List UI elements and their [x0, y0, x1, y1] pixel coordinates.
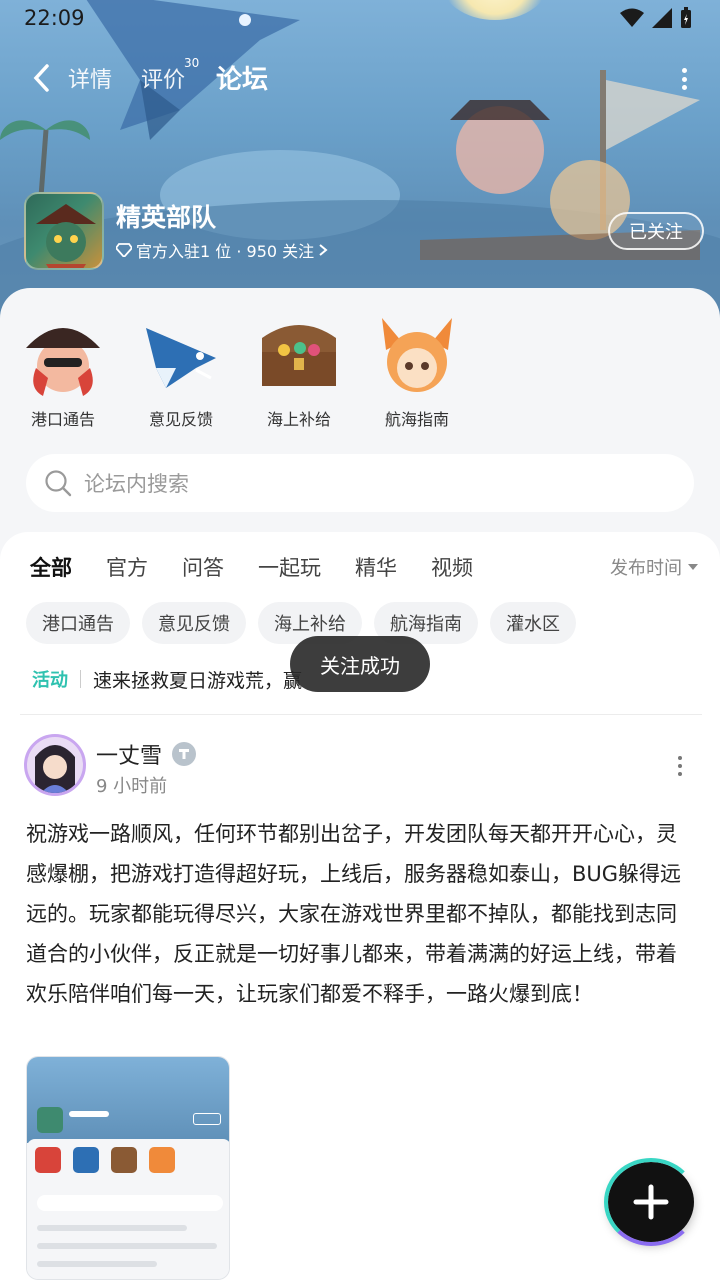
filter-tab-all[interactable]: 全部 [30, 552, 72, 588]
diamond-icon [116, 243, 132, 257]
section-label: 航海指南 [384, 410, 449, 429]
activity-tag: 活动 [32, 670, 68, 691]
chip-port-notice[interactable]: 港口通告 [26, 602, 130, 644]
forum-name: 精英部队 [116, 203, 217, 232]
search-placeholder: 论坛内搜索 [84, 472, 189, 496]
pirate-cat-icon [36, 204, 96, 268]
section-grid: 港口通告 意见反馈 海上补给 航海指南 [18, 308, 478, 430]
fab-ring [604, 1158, 698, 1246]
section-item-feedback[interactable]: 意见反馈 [136, 308, 226, 430]
mini-line [69, 1111, 109, 1117]
author-name: 一丈雪 [96, 744, 163, 769]
post-time: 9 小时前 [96, 776, 168, 797]
section-item-port-notice[interactable]: 港口通告 [18, 308, 108, 430]
battery-icon [681, 7, 691, 28]
signal-icon [652, 8, 672, 28]
mini-forum-avatar [37, 1107, 63, 1133]
chevron-right-icon [319, 244, 328, 256]
forum-avatar [24, 192, 104, 270]
mini-section-icon [35, 1147, 61, 1173]
sort-label: 发布时间 [610, 558, 682, 579]
follow-button[interactable]: 已关注 [608, 212, 704, 250]
wifi-icon [620, 8, 644, 27]
mini-line [37, 1261, 157, 1267]
chevron-left-icon [33, 64, 49, 92]
mini-section-icon [149, 1147, 175, 1173]
create-post-button[interactable] [604, 1158, 698, 1246]
activity-text: 速来拯救夏日游戏荒，赢 [93, 669, 303, 692]
forum-header: 精英部队 官方入驻1 位 · 950 关注 已关注 [24, 192, 704, 272]
status-bar: 22:09 [0, 0, 720, 36]
more-options-button[interactable] [676, 64, 692, 94]
post-screenshot-image[interactable] [26, 1056, 230, 1280]
status-time: 22:09 [24, 6, 85, 30]
filter-tab-play-together[interactable]: 一起玩 [258, 552, 321, 586]
filter-tab-featured[interactable]: 精华 [355, 552, 397, 586]
section-item-supplies[interactable]: 海上补给 [254, 308, 344, 430]
filter-tab-video[interactable]: 视频 [431, 552, 473, 586]
tab-forum[interactable]: 论坛 [216, 59, 269, 96]
tab-reviews[interactable]: 评价 [141, 62, 185, 94]
forum-meta-link[interactable]: 官方入驻1 位 · 950 关注 [116, 238, 328, 262]
filter-tab-official[interactable]: 官方 [106, 552, 148, 586]
mini-section-icon [73, 1147, 99, 1173]
section-label: 海上补给 [266, 410, 331, 429]
fox-girl-icon [372, 308, 462, 398]
top-nav: 详情 评价 30 论坛 [0, 56, 720, 100]
chip-feedback[interactable]: 意见反馈 [142, 602, 246, 644]
feed-divider [20, 714, 702, 715]
post-author[interactable]: 一丈雪 [96, 738, 197, 770]
tab-details[interactable]: 详情 [68, 62, 112, 94]
reviews-count-badge: 30 [184, 56, 200, 70]
forum-meta-text: 官方入驻1 位 · 950 关注 [136, 242, 315, 261]
filter-tabs: 全部 官方 问答 一起玩 精华 视频 [30, 552, 473, 588]
mini-line [193, 1113, 221, 1125]
chip-water-zone[interactable]: 灌水区 [490, 602, 576, 644]
category-chips: 港口通告 意见反馈 海上补给 航海指南 灌水区 [26, 602, 576, 644]
mini-line [37, 1195, 223, 1211]
pirate-girl-icon [18, 308, 108, 398]
filter-tab-qa[interactable]: 问答 [182, 552, 224, 586]
caret-down-icon [688, 564, 698, 570]
post-more-button[interactable] [676, 756, 684, 776]
section-label: 港口通告 [30, 410, 95, 429]
toast-message: 关注成功 [290, 636, 430, 692]
post-body: 祝游戏一路顺风，任何环节都别出岔子，开发团队每天都开开心心，灵感爆棚，把游戏打造… [26, 822, 682, 1006]
mini-section-icon [111, 1147, 137, 1173]
back-button[interactable] [26, 60, 56, 96]
avatar[interactable] [24, 734, 86, 796]
level-badge-icon [172, 742, 197, 766]
mini-line [37, 1243, 217, 1249]
sort-dropdown[interactable]: 发布时间 [610, 554, 698, 580]
swordfish-icon [136, 308, 226, 398]
forum-banner [0, 0, 720, 320]
activity-divider [80, 670, 81, 688]
section-item-guide[interactable]: 航海指南 [372, 308, 462, 430]
search-icon [45, 470, 72, 497]
mini-line [37, 1225, 187, 1231]
search-input[interactable]: 论坛内搜索 [26, 454, 694, 512]
section-label: 意见反馈 [148, 410, 213, 429]
treasure-chest-icon [254, 308, 344, 398]
